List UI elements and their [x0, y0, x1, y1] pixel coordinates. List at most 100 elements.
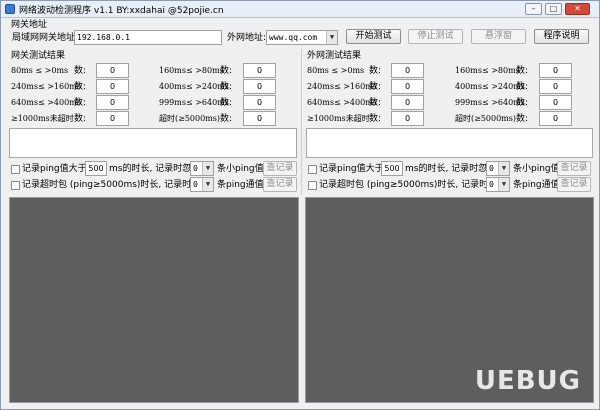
wan-address-select[interactable]: www.qq.com ▼: [266, 30, 338, 45]
lan-record-timeout-suffix: 条ping通值: [217, 180, 264, 190]
chevron-down-icon: ▼: [498, 178, 509, 191]
chevron-down-icon: ▼: [202, 162, 213, 175]
lan-count-field[interactable]: 0: [96, 111, 129, 126]
lan-view-record-button[interactable]: 查记录: [263, 161, 297, 176]
lan-range-label: ≥1000ms未超时: [11, 114, 74, 123]
lan-range-label: 240ms≤ >160ms: [11, 82, 81, 91]
app-window: 网络波动检测程序 v1.1 BY:xxdahai @52pojie.cn – □…: [0, 0, 600, 410]
wan-timeout-ignore-value: 0: [489, 180, 494, 189]
lan-view-timeout-record-button[interactable]: 查记录: [263, 177, 297, 192]
wan-record-timeout-suffix: 条ping通值: [513, 180, 560, 190]
wan-record-ping-suffix: 条小ping值: [513, 164, 560, 174]
lan-range-label: 超时(≥5000ms): [159, 114, 220, 123]
wan-record-ping-middle: ms的时长, 记录时忽略: [405, 164, 497, 174]
lan-record-timeout-label: 记录超时包 (ping≥5000ms)时长, 记录时忽略: [22, 180, 210, 190]
wan-count-label: 数:: [369, 98, 382, 108]
watermark-logo: UEBUG: [474, 366, 581, 396]
wan-record-ping-checkbox[interactable]: [308, 165, 317, 174]
lan-count-field[interactable]: 0: [96, 79, 129, 94]
wan-view-record-button[interactable]: 查记录: [557, 161, 591, 176]
wan-range-label: 999ms≤ >640ms: [455, 98, 525, 107]
lan-ignore-select[interactable]: 0 ▼: [190, 161, 214, 176]
wan-address-label: 外网地址:: [227, 33, 267, 43]
wan-count-field[interactable]: 0: [391, 63, 424, 78]
lan-count-label: 数:: [220, 98, 233, 108]
wan-count-label: 数:: [516, 82, 529, 92]
wan-range-label: ≥1000ms未超时: [307, 114, 370, 123]
lan-range-label: 640ms≤ >400ms: [11, 98, 81, 107]
maximize-button[interactable]: □: [545, 3, 562, 15]
lan-count-field[interactable]: 0: [96, 95, 129, 110]
lan-count-field[interactable]: 0: [243, 95, 276, 110]
wan-count-field[interactable]: 0: [539, 63, 572, 78]
lan-range-label: 400ms≤ >240ms: [159, 82, 229, 91]
wan-timeout-ignore-select[interactable]: 0 ▼: [486, 177, 510, 192]
lan-count-field[interactable]: 0: [243, 63, 276, 78]
wan-count-field[interactable]: 0: [391, 79, 424, 94]
wan-record-timeout-checkbox[interactable]: [308, 181, 317, 190]
wan-count-label: 数:: [516, 114, 529, 124]
wan-ping-threshold-input[interactable]: 500: [381, 161, 403, 176]
close-button[interactable]: ✕: [565, 3, 590, 15]
wan-record-ping-label: 记录ping值大于:: [319, 164, 387, 174]
wan-graph-panel: UEBUG: [305, 197, 594, 403]
lan-count-field[interactable]: 0: [96, 63, 129, 78]
lan-count-label: 数:: [74, 66, 87, 76]
lan-count-label: 数:: [220, 66, 233, 76]
lan-range-label: 80ms ≤ >0ms: [11, 66, 69, 75]
wan-record-timeout-label: 记录超时包 (ping≥5000ms)时长, 记录时忽略: [319, 180, 507, 190]
wan-count-label: 数:: [369, 66, 382, 76]
lan-ignore-value: 0: [193, 164, 198, 173]
chevron-down-icon: ▼: [202, 178, 213, 191]
wan-count-label: 数:: [516, 98, 529, 108]
lan-gateway-input[interactable]: 192.168.0.1: [74, 30, 222, 45]
about-button[interactable]: 程序说明: [534, 29, 589, 44]
section-divider: [301, 49, 302, 195]
lan-results-header: 网关测试结果: [11, 51, 66, 61]
wan-range-label: 超时(≥5000ms): [455, 114, 516, 123]
lan-timeout-ignore-select[interactable]: 0 ▼: [190, 177, 214, 192]
lan-record-timeout-checkbox[interactable]: [11, 181, 20, 190]
wan-results-header: 外网测试结果: [307, 51, 362, 61]
wan-count-label: 数:: [369, 114, 382, 124]
lan-count-field[interactable]: 0: [243, 79, 276, 94]
wan-count-field[interactable]: 0: [539, 95, 572, 110]
chevron-down-icon: ▼: [326, 31, 337, 44]
lan-log-box[interactable]: [9, 128, 297, 158]
wan-range-label: 400ms≤ >240ms: [455, 82, 525, 91]
window-title: 网络波动检测程序 v1.1 BY:xxdahai @52pojie.cn: [19, 6, 224, 16]
lan-range-label: 999ms≤ >640ms: [159, 98, 229, 107]
wan-range-label: 640ms≤ >400ms: [307, 98, 377, 107]
wan-count-field[interactable]: 0: [539, 79, 572, 94]
lan-ping-threshold-input[interactable]: 500: [85, 161, 107, 176]
chevron-down-icon: ▼: [498, 162, 509, 175]
wan-count-label: 数:: [369, 82, 382, 92]
stop-test-button[interactable]: 停止测试: [408, 29, 463, 44]
lan-graph-panel: [9, 197, 299, 403]
lan-count-label: 数:: [74, 98, 87, 108]
wan-ignore-select[interactable]: 0 ▼: [486, 161, 510, 176]
wan-count-label: 数:: [516, 66, 529, 76]
app-icon: [5, 4, 15, 14]
wan-view-timeout-record-button[interactable]: 查记录: [557, 177, 591, 192]
wan-range-label: 240ms≤ >160ms: [307, 82, 377, 91]
lan-count-label: 数:: [74, 114, 87, 124]
wan-count-field[interactable]: 0: [391, 95, 424, 110]
lan-record-ping-checkbox[interactable]: [11, 165, 20, 174]
wan-count-field[interactable]: 0: [391, 111, 424, 126]
minimize-button[interactable]: –: [525, 3, 542, 15]
wan-ignore-value: 0: [489, 164, 494, 173]
lan-record-ping-label: 记录ping值大于:: [22, 164, 90, 174]
lan-timeout-ignore-value: 0: [193, 180, 198, 189]
lan-count-label: 数:: [220, 114, 233, 124]
lan-record-ping-middle: ms的时长, 记录时忽略: [109, 164, 201, 174]
start-test-button[interactable]: 开始测试: [346, 29, 401, 44]
wan-log-box[interactable]: [306, 128, 593, 158]
lan-count-field[interactable]: 0: [243, 111, 276, 126]
wan-range-label: 80ms ≤ >0ms: [307, 66, 365, 75]
wan-count-field[interactable]: 0: [539, 111, 572, 126]
wan-address-value: www.qq.com: [269, 33, 318, 42]
title-bar: 网络波动检测程序 v1.1 BY:xxdahai @52pojie.cn – □…: [1, 1, 599, 18]
gateway-group-label: 网关地址: [11, 20, 48, 30]
float-window-button[interactable]: 悬浮窗: [471, 29, 526, 44]
